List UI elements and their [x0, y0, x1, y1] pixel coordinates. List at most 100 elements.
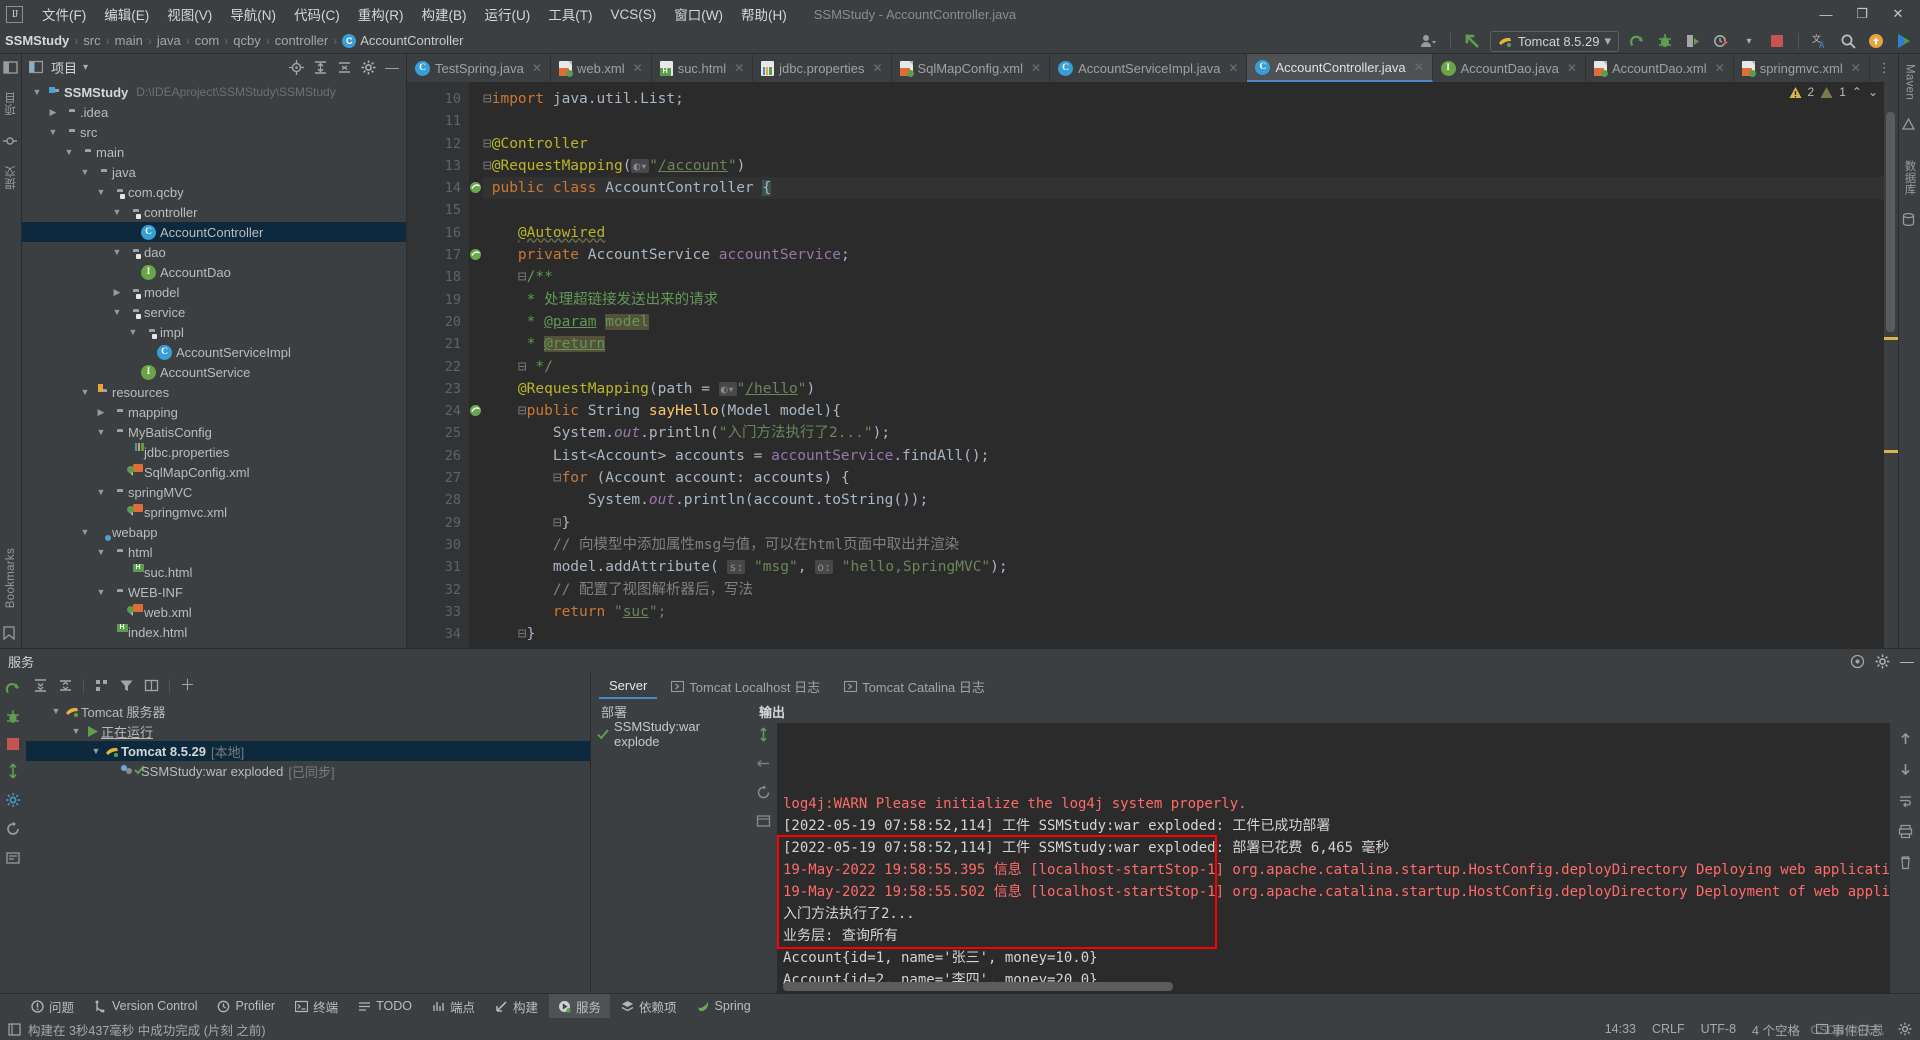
- scroll-down-icon[interactable]: [1898, 762, 1913, 777]
- line-number-14[interactable]: 14: [407, 177, 481, 199]
- deploy-icon[interactable]: [756, 727, 771, 742]
- error-stripe-mark[interactable]: [1884, 450, 1898, 453]
- search-icon[interactable]: [1838, 31, 1858, 51]
- settings-gear-icon[interactable]: [1875, 654, 1890, 669]
- tree-node-accountserviceimpl[interactable]: C AccountServiceImpl: [22, 342, 406, 362]
- tree-node-suc-html[interactable]: suc.html: [22, 562, 406, 582]
- menu-code[interactable]: 代码(C): [285, 1, 349, 27]
- chevron-down-icon[interactable]: ▼: [88, 746, 104, 756]
- tool-window-todo[interactable]: TODO: [349, 996, 421, 1016]
- filter-icon[interactable]: [119, 678, 134, 693]
- chevron-right-icon[interactable]: ▶: [110, 287, 124, 298]
- vtab-maven[interactable]: Maven: [1902, 58, 1918, 106]
- minimize-button[interactable]: —: [1808, 1, 1844, 27]
- console-tab-server[interactable]: Server: [599, 674, 658, 699]
- clear-icon[interactable]: [1898, 855, 1913, 870]
- code-line-18[interactable]: ⊟/**: [483, 266, 1884, 288]
- services-tree[interactable]: ▼ Tomcat 服务器 ▼ 正在运行 ▼ Tomcat 8.5.29 [本地] SSMStu…: [26, 698, 590, 993]
- settings-gear-icon[interactable]: [1898, 1022, 1912, 1036]
- code-line-26[interactable]: List<Account> accounts = accountService.…: [483, 445, 1884, 467]
- debug-icon[interactable]: [5, 709, 21, 725]
- line-number-13[interactable]: 13: [407, 155, 469, 177]
- tool-window---[interactable]: 问题: [22, 994, 83, 1019]
- code-line-17[interactable]: private AccountService accountService;: [483, 244, 1884, 266]
- undeploy-icon[interactable]: [756, 756, 771, 771]
- line-number-12[interactable]: 12: [407, 133, 469, 155]
- console-tab-bar[interactable]: Server Tomcat Localhost 日志 Tomcat Catalina…: [591, 673, 1920, 699]
- tree-node-webapp[interactable]: ▼ webapp: [22, 522, 406, 542]
- line-separator[interactable]: CRLF: [1652, 1022, 1685, 1036]
- line-number-33[interactable]: 33: [407, 601, 469, 623]
- close-tab-icon[interactable]: ✕: [1851, 61, 1861, 75]
- breadcrumb-item-src[interactable]: src: [83, 33, 100, 48]
- tool-window---[interactable]: 服务: [549, 993, 611, 1019]
- code-line-14[interactable]: public class AccountController {: [483, 177, 1884, 200]
- code-line-22[interactable]: ⊟ */: [483, 356, 1884, 378]
- previous-problem-icon[interactable]: ⌃: [1852, 85, 1862, 99]
- tool-window----[interactable]: 依赖项: [612, 994, 686, 1019]
- tree-node-mybatisconfig[interactable]: ▼ MyBatisConfig: [22, 422, 406, 442]
- tree-node-mapping[interactable]: ▶ mapping: [22, 402, 406, 422]
- chevron-down-icon[interactable]: ▾: [83, 62, 88, 73]
- line-number-20[interactable]: 20: [407, 311, 469, 333]
- close-tab-icon[interactable]: ✕: [1228, 61, 1238, 75]
- code-line-19[interactable]: * 处理超链接发送出来的请求: [483, 289, 1884, 311]
- print-icon[interactable]: [1898, 824, 1913, 839]
- close-tab-icon[interactable]: ✕: [1031, 61, 1041, 75]
- menu-edit[interactable]: 编辑(E): [95, 1, 158, 27]
- menu-navigate[interactable]: 导航(N): [221, 1, 285, 27]
- translate-icon[interactable]: 文A: [1810, 31, 1830, 51]
- code-line-25[interactable]: System.out.println("入门方法执行了2...");: [483, 422, 1884, 444]
- expand-all-icon[interactable]: [33, 678, 48, 693]
- chevron-down-icon[interactable]: ▾: [1604, 33, 1611, 49]
- chevron-down-icon[interactable]: ▼: [110, 247, 124, 257]
- code-line-10[interactable]: ⊟import java.util.List;: [483, 88, 1884, 110]
- hide-panel-icon[interactable]: —: [1900, 654, 1914, 668]
- add-icon[interactable]: ＋: [180, 678, 195, 693]
- code-line-34[interactable]: ⊟}: [483, 623, 1884, 645]
- chevron-down-icon[interactable]: ▼: [48, 706, 64, 716]
- editor-tab-accountcontroller-java[interactable]: C AccountController.java ✕: [1247, 54, 1433, 82]
- run-configuration-selector[interactable]: Tomcat 8.5.29 ▾: [1489, 30, 1619, 52]
- tree-node-resources[interactable]: ▼ resources: [22, 382, 406, 402]
- project-tree[interactable]: ▼ SSMStudy D:\IDEAproject\SSMStudy\SSMStud…: [22, 80, 406, 648]
- line-number-23[interactable]: 23: [407, 378, 469, 400]
- tree-node-springmvc[interactable]: ▼ springMVC: [22, 482, 406, 502]
- close-tab-icon[interactable]: ✕: [1567, 61, 1577, 75]
- editor-tab-springmvc-xml[interactable]: springmvc.xml ✕: [1734, 54, 1870, 82]
- chevron-down-icon[interactable]: ▼: [110, 207, 124, 217]
- commit-window-icon[interactable]: [2, 134, 19, 150]
- code-line-28[interactable]: System.out.println(account.toString());: [483, 489, 1884, 511]
- tool-window-spring[interactable]: Spring: [688, 996, 760, 1016]
- line-number-22[interactable]: 22: [407, 356, 469, 378]
- editor-tab-accountserviceimpl-java[interactable]: C AccountServiceImpl.java ✕: [1050, 54, 1248, 82]
- help-icon[interactable]: [5, 850, 21, 866]
- project-window-icon[interactable]: [2, 60, 19, 76]
- line-number-25[interactable]: 25: [407, 422, 469, 444]
- line-number-21[interactable]: 21: [407, 333, 469, 355]
- chevron-down-icon[interactable]: ▼: [68, 726, 84, 736]
- locate-icon[interactable]: [287, 58, 305, 76]
- tree-node-springmvc-xml[interactable]: springmvc.xml: [22, 502, 406, 522]
- editor-gutter[interactable]: 10 11 12 13 14 15 16 17 18 19 20 21 22 23 24 25 26 27 28 29…: [407, 82, 481, 648]
- chevron-down-icon[interactable]: ▼: [78, 167, 92, 177]
- settings-icon[interactable]: [5, 792, 21, 808]
- line-number-27[interactable]: 27: [407, 467, 469, 489]
- breadcrumb-item-com[interactable]: com: [195, 33, 220, 48]
- breadcrumb-item-accountcontroller[interactable]: AccountController: [360, 33, 463, 48]
- line-number-35[interactable]: 35: [407, 645, 469, 648]
- line-number-31[interactable]: 31: [407, 556, 469, 578]
- show-icon[interactable]: [144, 678, 159, 693]
- close-tab-icon[interactable]: ✕: [734, 61, 744, 75]
- indent-setting[interactable]: 4 个空格: [1752, 1020, 1800, 1039]
- tool-window---[interactable]: 端点: [423, 994, 484, 1019]
- tree-node-impl[interactable]: ▼ impl: [22, 322, 406, 342]
- breadcrumb-item-ssmstudy[interactable]: SSMStudy: [5, 33, 69, 48]
- tree-node--idea[interactable]: ▶ .idea: [22, 102, 406, 122]
- code-line-12[interactable]: ⊟@Controller: [483, 133, 1884, 155]
- code-line-20[interactable]: * @param model: [483, 311, 1884, 333]
- tool-window---[interactable]: 终端: [286, 994, 347, 1019]
- run-dashboard-settings-icon[interactable]: [1850, 654, 1865, 669]
- code-line-21[interactable]: * @return: [483, 333, 1884, 355]
- line-number-29[interactable]: 29: [407, 512, 469, 534]
